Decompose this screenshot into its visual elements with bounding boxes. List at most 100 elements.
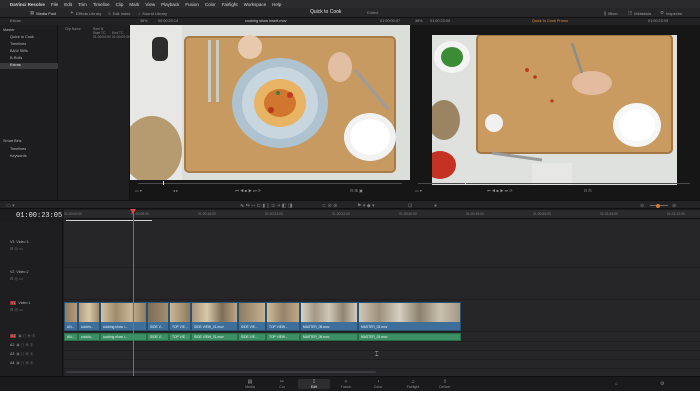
audio-clip[interactable]: SIDE V...	[147, 333, 169, 341]
menu-mark[interactable]: Mark	[129, 2, 139, 7]
source-zoom[interactable]: 36%	[140, 19, 148, 23]
audio-clip[interactable]: cookin...	[78, 333, 100, 341]
page-edit[interactable]: ⫶⫶ Edit	[298, 379, 330, 389]
menu-clip[interactable]: Clip	[116, 2, 124, 7]
marker-icon[interactable]: ⊡	[408, 203, 412, 209]
track-a4-buttons-icon[interactable]: ▣ ▢ Ⓜ Ⓢ	[15, 361, 33, 365]
bin-item[interactable]: Timelines	[10, 42, 26, 46]
playhead[interactable]	[133, 212, 134, 376]
bin-item-selected[interactable]: Extras	[0, 63, 58, 69]
master-bin[interactable]: Master	[3, 28, 15, 32]
menu-timeline[interactable]: Timeline	[93, 2, 110, 7]
timeline-zoom-knob[interactable]	[656, 203, 660, 208]
video-clip[interactable]: SIDE VIEW_01.mov	[191, 302, 238, 331]
record-icon[interactable]: ●	[434, 203, 437, 209]
track-v1-label[interactable]: Video 1	[18, 301, 30, 305]
audio-clip[interactable]: SIDE VIE...	[238, 333, 266, 341]
program-viewer-menu-icon[interactable]: ▭ ▾	[415, 188, 422, 193]
sound-library-button[interactable]: ♪ Sound Library	[138, 10, 167, 16]
track-v2-controls-icon[interactable]: ⊟ ◎ ▭	[10, 276, 23, 281]
audio-clip[interactable]: TOP VIE...	[169, 333, 191, 341]
zoom-in-icon[interactable]: ⊕	[672, 203, 676, 209]
smart-bin-item[interactable]: Timelines	[10, 147, 26, 151]
menu-app-name[interactable]: DaVinci Resolve	[10, 2, 45, 7]
media-pool-button[interactable]: ▦ Media Pool	[30, 10, 56, 16]
source-clip-name[interactable]: cooking show insert.mov	[245, 19, 287, 23]
program-scrubber-handle[interactable]	[465, 181, 466, 185]
page-fusion[interactable]: ✧ Fusion	[330, 379, 362, 389]
track-a3-buttons-icon[interactable]: ▣ ▢ Ⓜ Ⓢ	[15, 352, 33, 356]
source-viewer-menu-icon[interactable]: ▭ ▾	[135, 188, 142, 193]
smart-bins-label[interactable]: Smart Bins	[3, 139, 22, 143]
timeline-ruler[interactable]: 01:00:00:00 01:00:08:00 01:00:16:00 01:0…	[64, 210, 700, 219]
layout-icon[interactable]: ▭ ▾	[6, 203, 15, 209]
video-clip[interactable]: MASTER_08.mov	[300, 302, 358, 331]
track-a2-buttons-icon[interactable]: ▣ ▢ Ⓜ Ⓢ	[15, 343, 33, 347]
source-transport-icon[interactable]: ⏮ ◀ ■ ▶ ⏭ ⟳	[235, 188, 261, 193]
audio-clip[interactable]: cooking show i...	[100, 333, 147, 341]
audio-clip[interactable]: MASTER_03.mov	[358, 333, 461, 341]
lane-v3[interactable]	[64, 238, 700, 268]
audio-clip[interactable]: SIDE VIEW_01.mov	[191, 333, 238, 341]
source-insert-icon[interactable]: ⊟ ⊞ ▣	[350, 188, 363, 193]
track-v2-label[interactable]: Video 2	[16, 270, 28, 274]
video-clip[interactable]: SIDE VIE...	[238, 302, 266, 331]
lane-a3[interactable]	[64, 351, 700, 360]
menu-fusion[interactable]: Fusion	[185, 2, 199, 7]
video-clip[interactable]: cookin...	[78, 302, 100, 331]
menu-edit[interactable]: Edit	[64, 2, 72, 7]
lane-a2[interactable]	[64, 342, 700, 351]
track-v3-label[interactable]: Video 3	[16, 240, 28, 244]
timeline-area[interactable]: 01:00:00:00 01:00:08:00 01:00:16:00 01:0…	[64, 210, 700, 376]
timeline-scrollbar[interactable]	[66, 371, 376, 373]
program-zoom[interactable]: 36%	[415, 19, 423, 23]
video-clip[interactable]: SIDE V...	[147, 302, 169, 331]
page-media[interactable]: ▤ Media	[234, 379, 266, 389]
page-color[interactable]: ◔ Color	[362, 379, 394, 389]
menu-fairlight[interactable]: Fairlight	[222, 2, 238, 7]
menu-playback[interactable]: Playback	[161, 2, 179, 7]
metadata-button[interactable]: ◫ Metadata	[628, 10, 651, 16]
program-scrubber[interactable]	[418, 183, 690, 184]
audio-clip[interactable]: MASTER_08.mov	[300, 333, 358, 341]
menu-trim[interactable]: Trim	[78, 2, 87, 7]
smart-bin-item[interactable]: Keywords	[10, 154, 27, 158]
video-clip[interactable]: MASTER_03.mov	[358, 302, 461, 331]
video-clip[interactable]: TOP VIEW...	[266, 302, 300, 331]
track-a1-buttons-icon[interactable]: ▣ ▢ Ⓜ Ⓢ	[17, 334, 35, 338]
inspector-button[interactable]: ⚙ Inspector	[660, 10, 683, 16]
page-deliver[interactable]: ⇪ Deliver	[429, 379, 461, 389]
source-jog-icon[interactable]: ◂ ▸	[173, 188, 178, 193]
column-clip-name[interactable]: Clip Name	[65, 27, 81, 31]
audio-clip[interactable]: AN...	[64, 333, 78, 341]
snapping-icon[interactable]: ⊂ ⊘ ⊛	[322, 203, 337, 209]
menu-help[interactable]: Help	[272, 2, 281, 7]
effects-library-button[interactable]: ✦ Effects Library	[70, 10, 101, 16]
menu-view[interactable]: View	[145, 2, 155, 7]
edit-index-button[interactable]: ≡ Edit Index	[108, 10, 130, 16]
timeline-name[interactable]: Quick to Cook Promo	[532, 19, 568, 23]
bin-item[interactable]: B-Rolls	[10, 56, 22, 60]
audio-clip[interactable]: TOP VIEW...	[266, 333, 300, 341]
menu-workspace[interactable]: Workspace	[244, 2, 266, 7]
home-icon[interactable]: ⌂	[615, 381, 618, 387]
source-scrubber[interactable]	[138, 183, 402, 184]
mixer-button[interactable]: ⫼ Mixer	[604, 10, 618, 16]
settings-icon[interactable]: ⚙	[660, 381, 664, 387]
zoom-out-icon[interactable]: ⊖	[640, 203, 644, 209]
source-scrubber-handle[interactable]	[163, 181, 164, 185]
video-clip[interactable]: cooking show i...	[100, 302, 147, 331]
menu-color[interactable]: Color	[205, 2, 216, 7]
lane-a4[interactable]	[64, 360, 700, 369]
page-fairlight[interactable]: ♫ Fairlight	[397, 379, 429, 389]
page-cut[interactable]: ✂ Cut	[266, 379, 298, 389]
track-v1-controls-icon[interactable]: ⊟ ◎ ▭	[10, 307, 23, 312]
bin-item[interactable]: Quick to Cook	[10, 35, 34, 39]
program-view-icon[interactable]: ⊡ ⊟	[584, 188, 592, 193]
edit-tools-icon[interactable]: ⬉ ⇆ ⇿ ⊏ ▮ ▯ ⊐ ⇥ ◧ ◨	[240, 203, 293, 209]
video-clip[interactable]: AN...	[64, 302, 78, 331]
lane-v2[interactable]	[64, 268, 700, 300]
bin-item[interactable]: B&W Stills	[10, 49, 28, 53]
program-transport-icon[interactable]: ⏮ ◀ ■ ▶ ⏭ ⟳	[487, 188, 513, 193]
track-v3-controls-icon[interactable]: ⊟ ◎ ▭	[10, 246, 23, 251]
